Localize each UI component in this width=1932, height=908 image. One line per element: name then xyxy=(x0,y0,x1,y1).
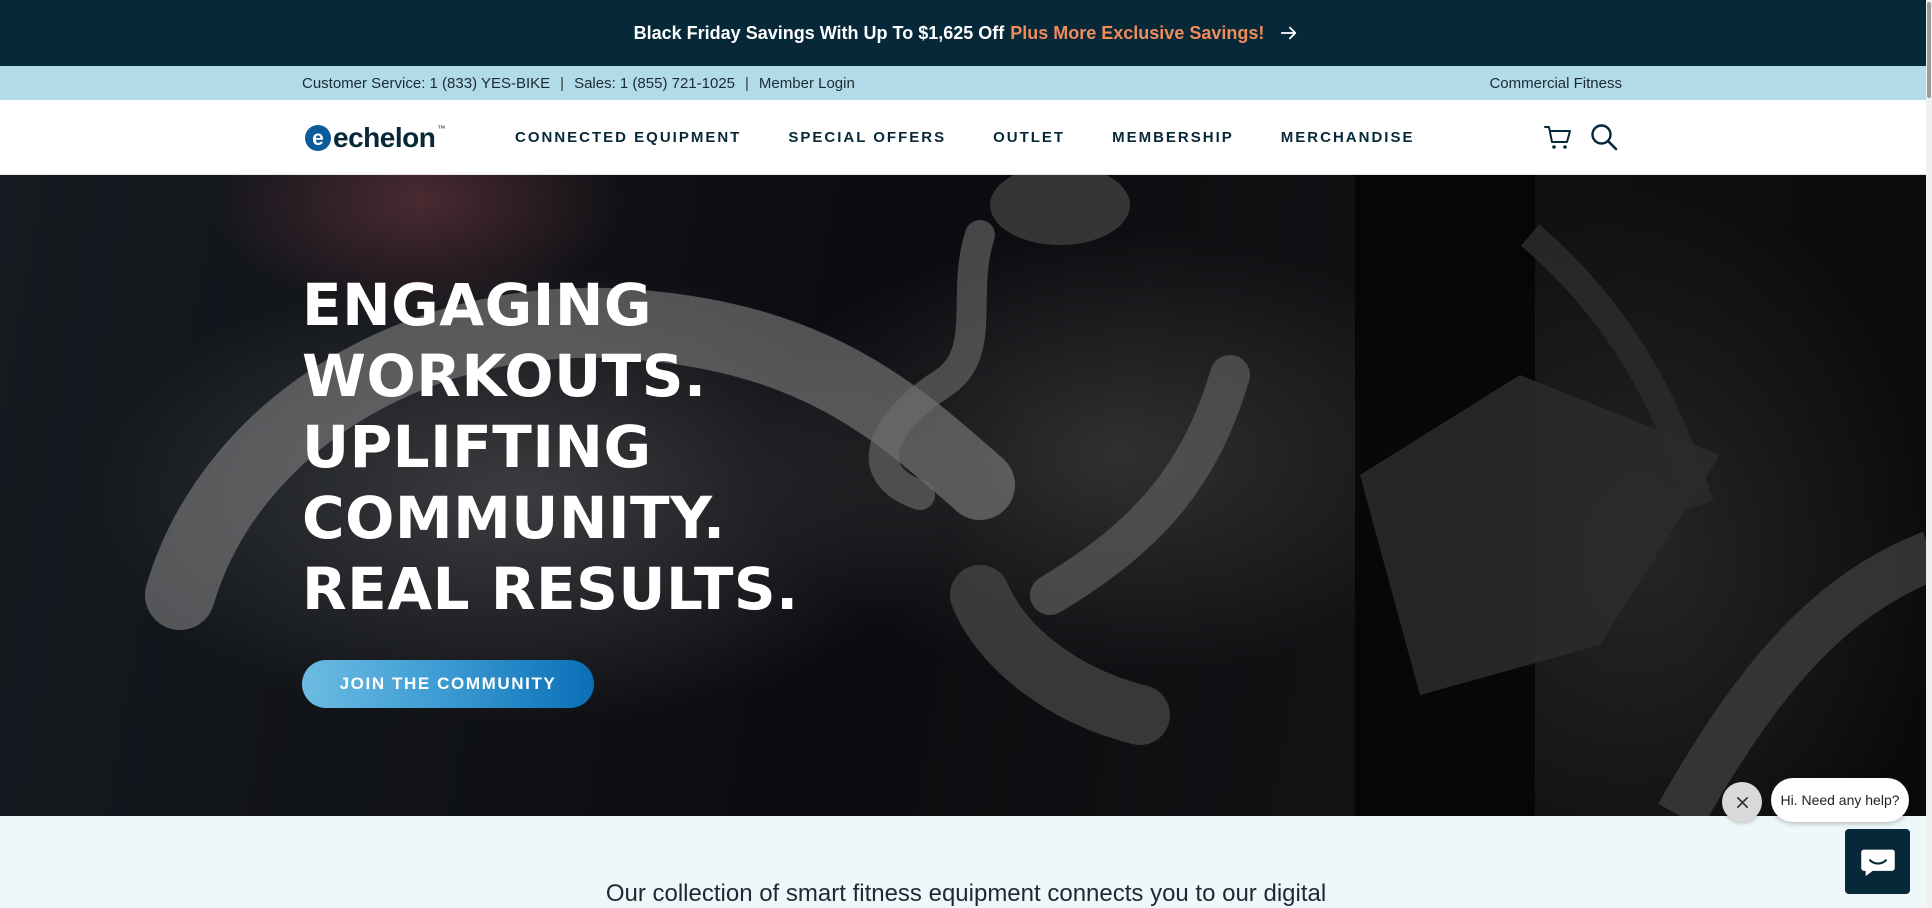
nav-merchandise[interactable]: MERCHANDISE xyxy=(1281,129,1415,146)
promo-text: Black Friday Savings With Up To $1,625 O… xyxy=(633,22,1005,43)
logo-trademark: ™ xyxy=(437,124,446,133)
hero-line: ENGAGING xyxy=(302,271,652,339)
hero-line: WORKOUTS. xyxy=(302,342,707,410)
member-login-link[interactable]: Member Login xyxy=(759,75,855,92)
chat-greeting-bubble[interactable]: Hi. Need any help? xyxy=(1771,778,1909,822)
utility-bar: Customer Service: 1 (833) YES-BIKE | Sal… xyxy=(0,66,1932,100)
hero-line: UPLIFTING xyxy=(302,413,652,481)
nav-links: CONNECTED EQUIPMENT SPECIAL OFFERS OUTLE… xyxy=(515,100,1414,175)
main-nav: e echelon ™ CONNECTED EQUIPMENT SPECIAL … xyxy=(0,100,1932,175)
sales-phone[interactable]: Sales: 1 (855) 721-1025 xyxy=(574,75,735,92)
logo-mark: e xyxy=(305,125,331,151)
chat-icon xyxy=(1860,849,1895,876)
promo-accent-link[interactable]: Plus More Exclusive Savings! xyxy=(1010,23,1264,44)
chat-close-button[interactable] xyxy=(1722,782,1762,822)
page-scrollbar[interactable] xyxy=(1926,0,1932,908)
hero-headline: ENGAGING WORKOUTS. UPLIFTING COMMUNITY. … xyxy=(302,270,1002,625)
separator: | xyxy=(745,74,749,92)
hero-section: ENGAGING WORKOUTS. UPLIFTING COMMUNITY. … xyxy=(0,175,1932,816)
nav-icons xyxy=(1543,122,1619,152)
promo-banner[interactable]: Black Friday Savings With Up To $1,625 O… xyxy=(0,0,1932,66)
arrow-right-icon[interactable] xyxy=(1280,24,1298,42)
join-community-button[interactable]: JOIN THE COMMUNITY xyxy=(302,660,594,708)
logo-text: echelon xyxy=(333,122,436,153)
cart-icon[interactable] xyxy=(1543,122,1573,152)
nav-connected-equipment[interactable]: CONNECTED EQUIPMENT xyxy=(515,129,741,146)
nav-special-offers[interactable]: SPECIAL OFFERS xyxy=(788,129,946,146)
nav-outlet[interactable]: OUTLET xyxy=(993,129,1065,146)
hero-line: COMMUNITY. xyxy=(302,484,726,552)
customer-service-phone[interactable]: Customer Service: 1 (833) YES-BIKE xyxy=(302,75,550,92)
nav-membership[interactable]: MEMBERSHIP xyxy=(1112,129,1234,146)
scrollbar-thumb[interactable] xyxy=(1927,2,1931,98)
close-icon xyxy=(1736,796,1748,808)
hero-line: REAL RESULTS. xyxy=(302,555,799,623)
intro-section: Our collection of smart fitness equipmen… xyxy=(0,816,1932,908)
separator: | xyxy=(560,74,565,92)
search-icon[interactable] xyxy=(1589,122,1619,152)
chat-launcher-button[interactable] xyxy=(1845,829,1910,894)
commercial-fitness-link[interactable]: Commercial Fitness xyxy=(1489,75,1622,92)
intro-text: Our collection of smart fitness equipmen… xyxy=(605,880,1327,907)
echelon-logo[interactable]: e echelon ™ xyxy=(305,122,445,154)
